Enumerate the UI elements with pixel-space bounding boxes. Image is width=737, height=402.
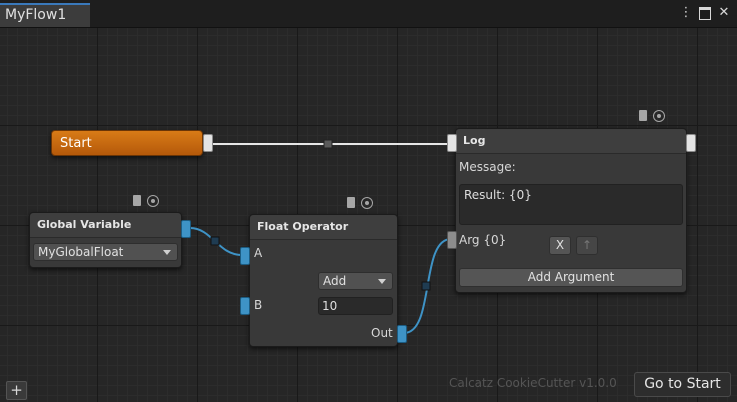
wire-midpoint-handle[interactable]: [210, 236, 220, 246]
close-icon[interactable]: ✕: [717, 5, 731, 21]
graph-canvas[interactable]: Start Global Variable MyGlobalFloat Floa…: [0, 28, 737, 402]
port-b-label: B: [254, 298, 263, 312]
wire-midpoint-handle[interactable]: [323, 139, 333, 149]
global-variable-title: Global Variable: [30, 213, 181, 238]
start-node-title: Start: [60, 136, 92, 151]
global-variable-node[interactable]: Global Variable MyGlobalFloat: [29, 212, 182, 268]
version-label: Calcatz CookieCutter v1.0.0: [449, 376, 617, 390]
global-variable-header-icons: [130, 194, 159, 208]
title-bar: MyFlow1 ⋮ ✕: [0, 0, 737, 28]
message-textarea[interactable]: Result: {0}: [459, 184, 683, 225]
maximize-icon[interactable]: [698, 5, 712, 21]
operation-selected: Add: [323, 274, 347, 288]
start-flow-out-port[interactable]: [203, 134, 213, 152]
document-icon[interactable]: [344, 196, 358, 210]
target-icon[interactable]: [361, 197, 373, 209]
port-a-label: A: [254, 246, 263, 260]
chevron-down-icon: [163, 250, 171, 255]
port-out-label: Out: [371, 326, 393, 340]
float-operator-header-icons: [344, 196, 373, 210]
log-arg-in-port[interactable]: [447, 231, 457, 249]
add-node-button[interactable]: +: [6, 381, 27, 400]
document-icon[interactable]: [130, 194, 144, 208]
document-icon[interactable]: [636, 109, 650, 123]
float-operator-a-port[interactable]: [240, 247, 250, 265]
go-to-start-button[interactable]: Go to Start: [634, 372, 731, 397]
log-node[interactable]: Log Message: Result: {0} Arg {0} X ↑ Add…: [455, 128, 687, 293]
remove-argument-button[interactable]: X: [549, 236, 571, 255]
add-argument-button[interactable]: Add Argument: [459, 268, 683, 287]
message-label: Message:: [459, 160, 516, 174]
log-flow-in-port[interactable]: [447, 134, 457, 152]
global-variable-out-port[interactable]: [181, 220, 191, 238]
log-header-icons: [636, 109, 665, 123]
chevron-down-icon: [378, 279, 386, 284]
log-title: Log: [456, 129, 686, 154]
move-up-button[interactable]: ↑: [576, 236, 598, 255]
operand-value-field[interactable]: 10: [318, 297, 393, 315]
global-variable-selected: MyGlobalFloat: [38, 245, 124, 259]
log-flow-out-port[interactable]: [686, 134, 696, 152]
float-operator-out-port[interactable]: [397, 325, 407, 343]
arg-label: Arg {0}: [459, 233, 507, 247]
float-operator-title: Float Operator: [250, 215, 397, 240]
more-icon[interactable]: ⋮: [679, 5, 693, 21]
start-node[interactable]: Start: [51, 130, 203, 156]
target-icon[interactable]: [653, 110, 665, 122]
float-operator-b-port[interactable]: [240, 297, 250, 315]
window-controls: ⋮ ✕: [679, 5, 731, 21]
float-operator-node[interactable]: Float Operator A Add B 10 Out: [249, 214, 398, 347]
wire-midpoint-handle[interactable]: [421, 281, 431, 291]
target-icon[interactable]: [147, 195, 159, 207]
global-variable-dropdown[interactable]: MyGlobalFloat: [33, 243, 178, 261]
operation-dropdown[interactable]: Add: [318, 272, 393, 290]
tab-myflow1[interactable]: MyFlow1: [0, 3, 90, 27]
